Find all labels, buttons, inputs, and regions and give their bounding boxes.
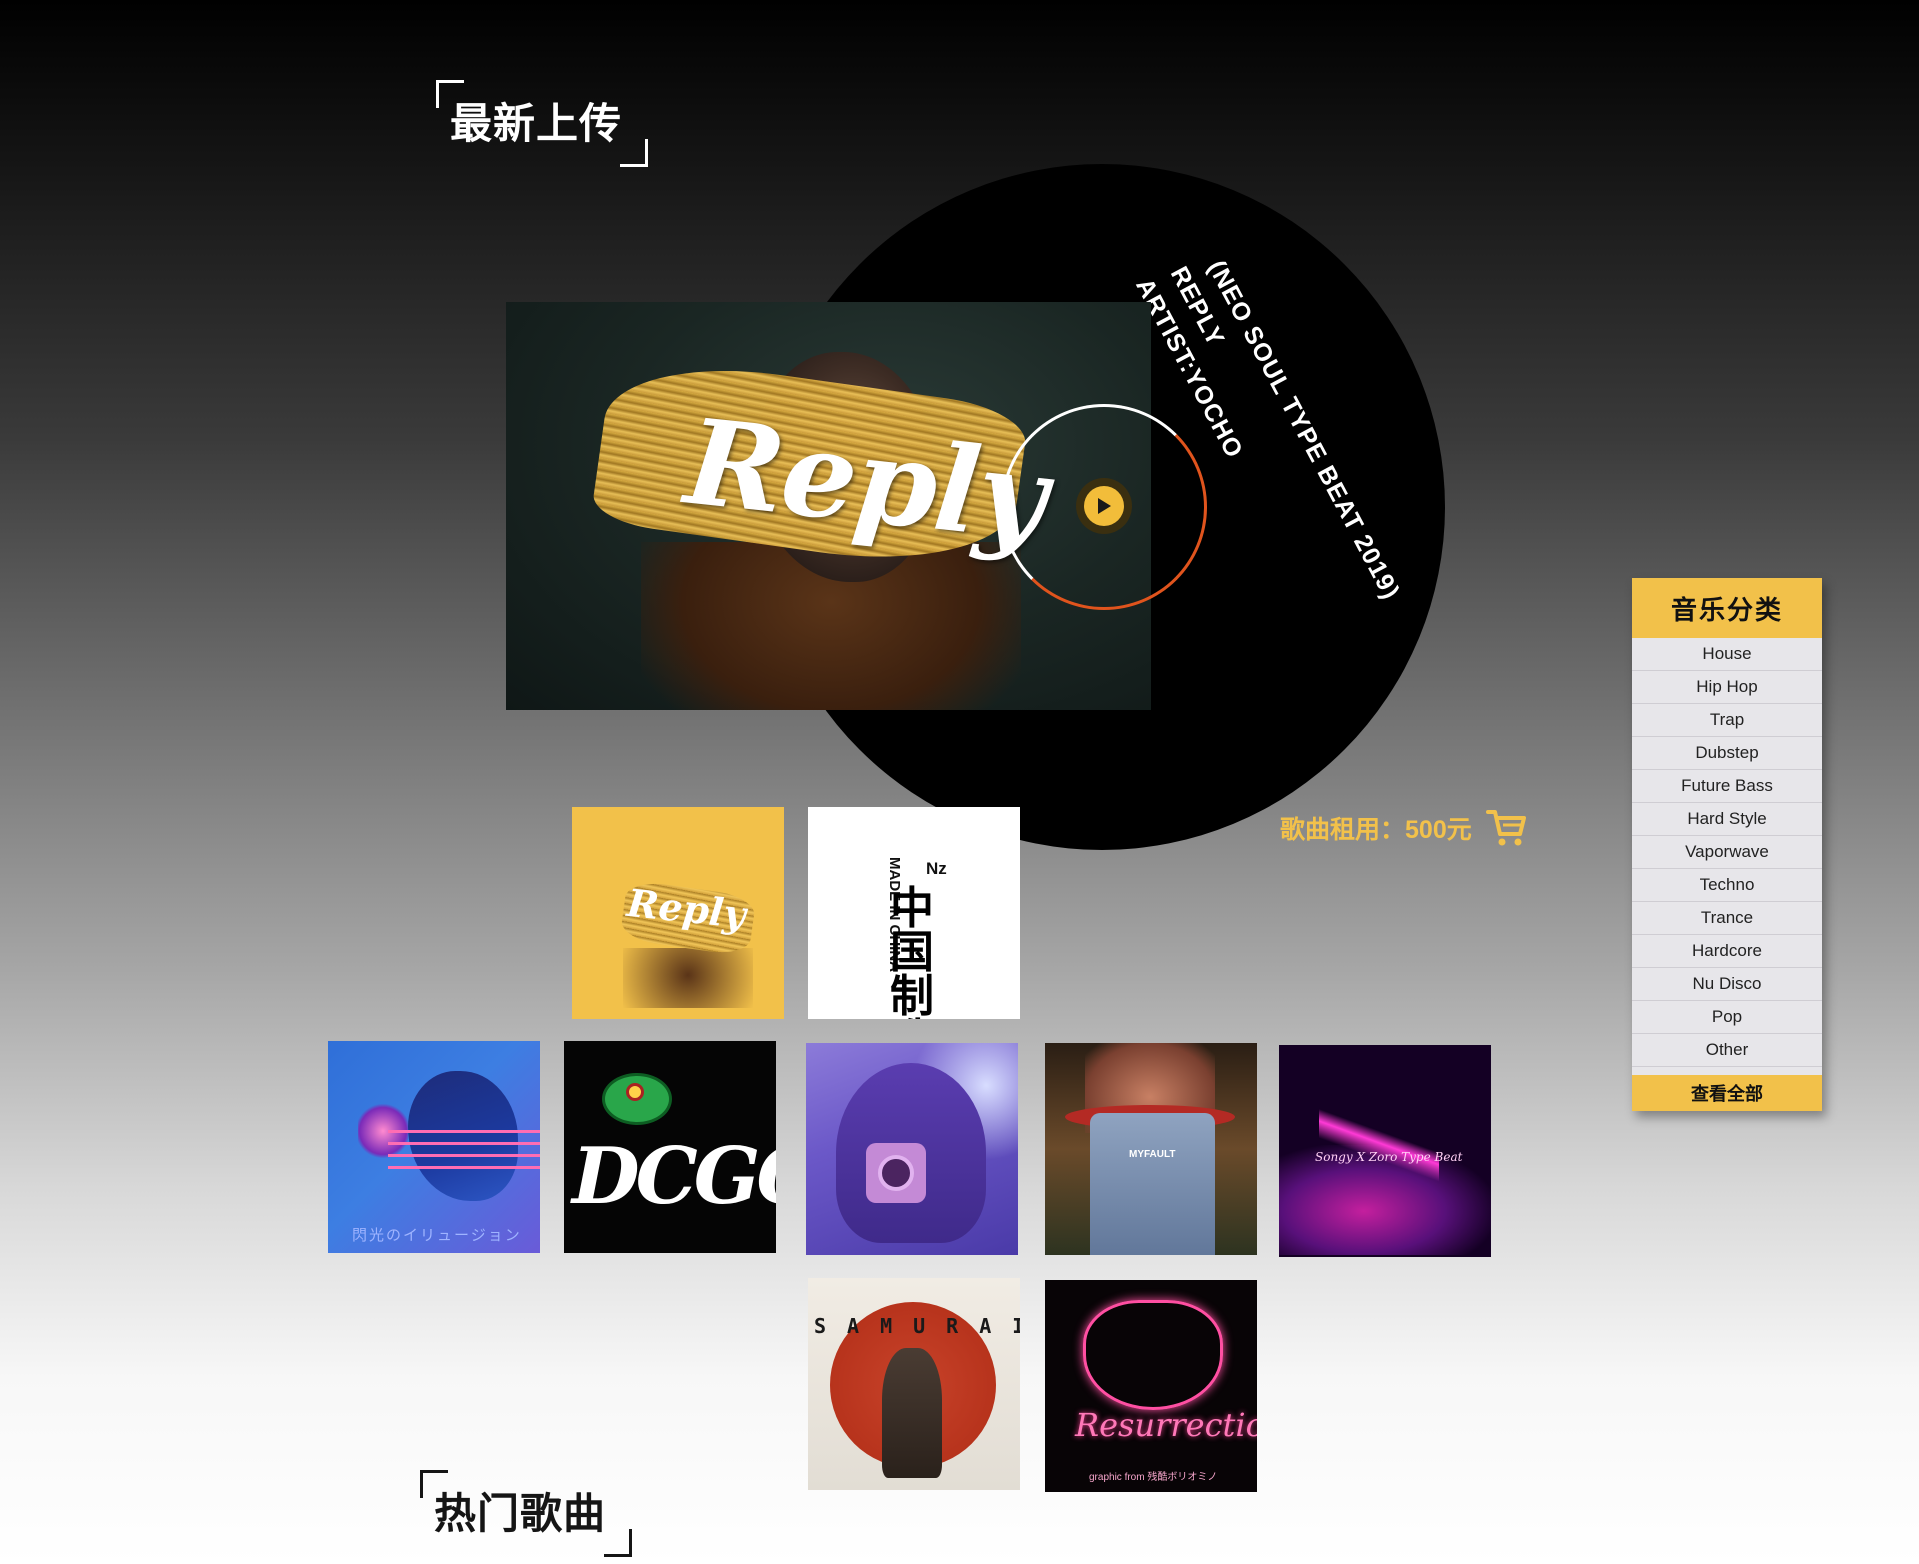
price-text: 歌曲租用：500元 [1280,810,1472,846]
category-item-techno[interactable]: Techno [1632,869,1822,902]
bracket-top-left [436,80,464,108]
thumb-caption: 閃光のイリュージョン [352,1226,522,1244]
neon-creature [1083,1300,1223,1410]
song-thumb-dcgo[interactable]: DCGO [564,1041,776,1253]
music-category-panel: 音乐分类 House Hip Hop Trap Dubstep Future B… [1632,578,1822,1111]
hot-songs-label: 热门歌曲 [434,1490,607,1537]
bracket-top-left [420,1470,448,1498]
view-all-button[interactable]: 查看全部 [1632,1075,1822,1111]
bracket-bottom-right [620,139,649,167]
price-value: 500元 [1405,816,1472,844]
cart-icon[interactable] [1485,808,1528,848]
rental-price: 歌曲租用：500元 [1280,808,1528,848]
thumb-caption: Songy X Zoro Type Beat [1315,1150,1463,1164]
selected-indicator [677,818,701,828]
thumb-title: Resurrection [1075,1406,1257,1444]
song-thumb-zoro[interactable]: Songy X Zoro Type Beat [1279,1045,1491,1257]
glitch-bars [388,1129,540,1169]
thumb-title: SAMURAI [814,1314,1020,1338]
camera-lens [878,1155,914,1191]
category-item-other[interactable]: Other [1632,1034,1822,1067]
play-icon [1098,498,1111,514]
snake-eye [626,1083,644,1101]
denim-overalls [1090,1113,1215,1255]
hot-songs-title: 热门歌曲 [420,1470,633,1557]
song-thumb-anime-camera[interactable] [806,1043,1018,1255]
category-item-future-bass[interactable]: Future Bass [1632,770,1822,803]
thumb-label: MYFAULT [1129,1149,1176,1160]
category-item-hardcore[interactable]: Hardcore [1632,935,1822,968]
song-thumb-samurai[interactable]: SAMURAI [808,1278,1020,1490]
thumb-figure [623,948,753,1008]
song-thumb-made-in-china[interactable]: MADE IN CHINA Nz 中国制造 [808,807,1020,1019]
samurai-figure [882,1348,942,1478]
category-item-trance[interactable]: Trance [1632,902,1822,935]
category-item-vaporwave[interactable]: Vaporwave [1632,836,1822,869]
category-item-nu-disco[interactable]: Nu Disco [1632,968,1822,1001]
bracket-bottom-right [604,1529,633,1557]
song-thumb-resurrection[interactable]: Resurrection graphic from 残酷ボリオミノ [1045,1280,1257,1492]
category-panel-title: 音乐分类 [1632,578,1822,638]
price-label: 歌曲租用： [1280,816,1406,844]
latest-uploads-title: 最新上传 [436,80,649,167]
category-item-hard-style[interactable]: Hard Style [1632,803,1822,836]
song-thumb-myfault[interactable]: MYFAULT [1045,1043,1257,1255]
latest-uploads-label: 最新上传 [450,100,623,147]
category-item-house[interactable]: House [1632,638,1822,671]
category-item-pop[interactable]: Pop [1632,1001,1822,1034]
thumb-chinese-title: 中国制造 [890,883,934,1020]
song-thumb-reply[interactable]: Reply [572,807,784,1019]
song-thumb-flash-illusion[interactable]: 閃光のイリュージョン [328,1041,540,1253]
play-button[interactable] [1076,478,1132,534]
category-item-dubstep[interactable]: Dubstep [1632,737,1822,770]
play-button-inner [1084,486,1124,526]
thumb-nz-text: Nz [926,859,947,878]
thumb-title: DCGO [572,1131,776,1222]
category-item-trap[interactable]: Trap [1632,704,1822,737]
category-item-hip-hop[interactable]: Hip Hop [1632,671,1822,704]
thumb-credit: graphic from 残酷ボリオミノ [1089,1472,1218,1483]
